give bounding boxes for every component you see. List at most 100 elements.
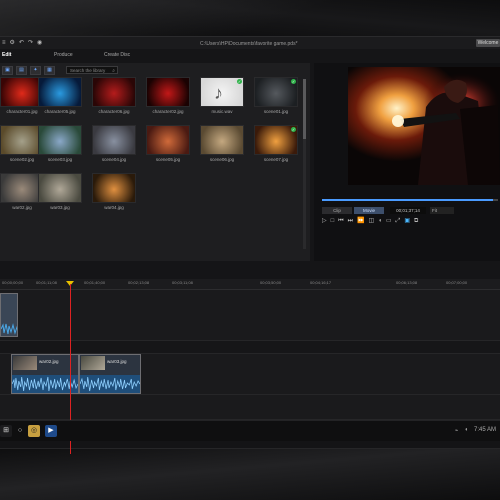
library-item-caption: scene01.jpg <box>263 109 289 114</box>
clip-mode-button[interactable]: Clip <box>322 207 352 214</box>
ruler-label: 00;02;13;08 <box>128 280 150 285</box>
library-item[interactable]: ✓ scene01.jpg <box>254 77 298 114</box>
library-item[interactable]: character05.jpg <box>38 77 82 114</box>
library-item-caption: character05.jpg <box>44 109 76 114</box>
library-item[interactable]: character02.jpg <box>146 77 190 114</box>
timeline-ruler[interactable]: 00;00;00;00 00;01;11;08 00;01;40;00 00;02;1… <box>0 279 500 290</box>
windows-icon[interactable]: ⊞ <box>0 425 12 437</box>
library-scrollbar[interactable] <box>303 79 306 249</box>
clip-label: war03.jpg <box>107 359 127 364</box>
undock-icon[interactable]: ⧉ <box>414 218 418 225</box>
library-item-caption: war04.jpg <box>104 205 124 210</box>
library-item-caption: scene07.jpg <box>263 157 289 162</box>
volume-icon[interactable]: ◖ <box>378 218 382 225</box>
ruler-label: 00;03;50;00 <box>260 280 282 285</box>
library-thumbnail[interactable]: ✓ <box>254 125 298 155</box>
app-window: ≡ ⚙ ↶ ↷ ◉ C:\Users\HP\Documents\favorite… <box>0 36 500 454</box>
search-icon[interactable]: ○ <box>14 425 26 437</box>
3d-icon[interactable]: ▣ <box>404 218 410 225</box>
media-library: ▣ ▤ ✦ ▦ Search the library ⌕ character01… <box>0 63 310 261</box>
library-item[interactable]: war04.jpg <box>92 173 136 210</box>
preview-scrubber[interactable] <box>322 199 498 201</box>
search-icon[interactable]: ⌕ <box>112 67 115 75</box>
menu-icon[interactable]: ≡ <box>2 40 6 46</box>
library-item[interactable]: character06.jpg <box>92 77 136 114</box>
library-toolbar: ▣ ▤ ✦ ▦ Search the library ⌕ <box>2 65 307 75</box>
timeline-clip[interactable] <box>0 293 18 337</box>
library-item[interactable]: ♪ ✓ music.wav <box>200 77 244 114</box>
redo-icon[interactable]: ↷ <box>28 40 33 46</box>
video-track-1[interactable] <box>0 290 500 341</box>
library-thumbnail[interactable] <box>200 125 244 155</box>
search-placeholder: Search the library <box>70 68 106 73</box>
library-item-caption: scene03.jpg <box>47 157 73 162</box>
tab-create-disc[interactable]: Create Disc <box>104 52 130 58</box>
volume-icon[interactable]: ◖ <box>464 427 468 434</box>
library-thumbnail[interactable] <box>92 77 136 107</box>
plugin-button[interactable]: ✦ <box>30 66 41 75</box>
ruler-label: 00;06;13;08 <box>396 280 418 285</box>
title-bar-icons: ≡ ⚙ ↶ ↷ ◉ <box>2 40 42 46</box>
audio-track-2[interactable] <box>0 395 500 420</box>
tab-edit[interactable]: Edit <box>2 52 11 58</box>
stop-icon[interactable]: □ <box>331 218 335 225</box>
library-thumbnail[interactable] <box>92 125 136 155</box>
display-settings-icon[interactable]: ▭ <box>386 218 392 225</box>
taskbar: ⊞ ○ ◎ ▶ ⌁ ◖ 7:45 AM <box>0 420 500 441</box>
zoom-select[interactable]: Fit <box>430 207 454 214</box>
video-track-2[interactable]: war02.jpg war03.jpg <box>0 354 500 395</box>
undo-icon[interactable]: ↶ <box>19 40 24 46</box>
next-frame-icon[interactable]: ⏭ <box>348 218 353 225</box>
used-check-icon: ✓ <box>291 127 296 132</box>
library-item[interactable]: ✓ scene07.jpg <box>254 125 298 162</box>
library-item[interactable]: scene03.jpg <box>38 125 82 162</box>
used-check-icon: ✓ <box>291 79 296 84</box>
fast-forward-icon[interactable]: ⏩ <box>357 218 364 225</box>
library-item-caption: scene06.jpg <box>209 157 235 162</box>
info-icon[interactable]: ◉ <box>37 40 42 46</box>
library-thumbnail[interactable] <box>38 173 82 203</box>
library-item[interactable]: scene05.jpg <box>146 125 190 162</box>
library-thumbnail[interactable] <box>38 125 82 155</box>
welcome-button[interactable]: Welcome <box>476 39 500 47</box>
network-icon[interactable]: ⌁ <box>455 427 459 434</box>
settings-icon[interactable]: ⚙ <box>10 40 15 46</box>
library-thumbnail[interactable] <box>38 77 82 107</box>
library-thumbnail[interactable]: ✓ <box>254 77 298 107</box>
snapshot-icon[interactable]: ◫ <box>369 218 375 225</box>
library-item-caption: character02.jpg <box>152 109 184 114</box>
ruler-label: 00;00;00;00 <box>2 280 24 285</box>
library-item[interactable]: war03.jpg <box>38 173 82 210</box>
ruler-label: 00;04;16;17 <box>310 280 332 285</box>
library-thumbnail[interactable]: ♪ ✓ <box>200 77 244 107</box>
clip-thumbnail <box>81 356 105 370</box>
audio-waveform <box>1 323 17 335</box>
timecode-display[interactable]: 00;01;37;14 <box>390 207 426 214</box>
ruler-label: 00;01;11;08 <box>36 280 57 285</box>
prev-frame-icon[interactable]: ⏮ <box>338 218 343 225</box>
audio-track-1[interactable] <box>0 341 500 354</box>
project-path: C:\Users\HP\Documents\favorite game.pds* <box>200 41 298 47</box>
play-icon[interactable]: ▷ <box>322 218 327 225</box>
library-search-input[interactable]: Search the library ⌕ <box>66 66 118 74</box>
view-button[interactable]: ▦ <box>44 66 55 75</box>
timeline-clip-war02[interactable]: war02.jpg <box>11 354 79 394</box>
library-thumbnail[interactable] <box>92 173 136 203</box>
clock[interactable]: 7:45 AM <box>474 427 496 434</box>
library-item[interactable]: scene06.jpg <box>200 125 244 162</box>
fullscreen-icon[interactable]: ⤢ <box>396 218 401 225</box>
director-icon[interactable]: ▶ <box>45 425 57 437</box>
timeline-clip-war03[interactable]: war03.jpg <box>79 354 141 394</box>
library-item[interactable]: scene04.jpg <box>92 125 136 162</box>
import-media-button[interactable]: ▣ <box>2 66 13 75</box>
library-thumbnail[interactable] <box>146 77 190 107</box>
mode-tabs: Edit Produce Create Disc <box>0 50 312 60</box>
task-view-icon[interactable]: ◎ <box>28 425 40 437</box>
audio-waveform <box>12 375 78 393</box>
library-thumbnail[interactable] <box>146 125 190 155</box>
movie-mode-button[interactable]: Movie <box>354 207 384 214</box>
preview-mode-toggle: Clip Movie <box>322 207 386 214</box>
media-filter-button[interactable]: ▤ <box>16 66 27 75</box>
scrollbar-thumb[interactable] <box>303 79 306 139</box>
tab-produce[interactable]: Produce <box>54 52 73 58</box>
